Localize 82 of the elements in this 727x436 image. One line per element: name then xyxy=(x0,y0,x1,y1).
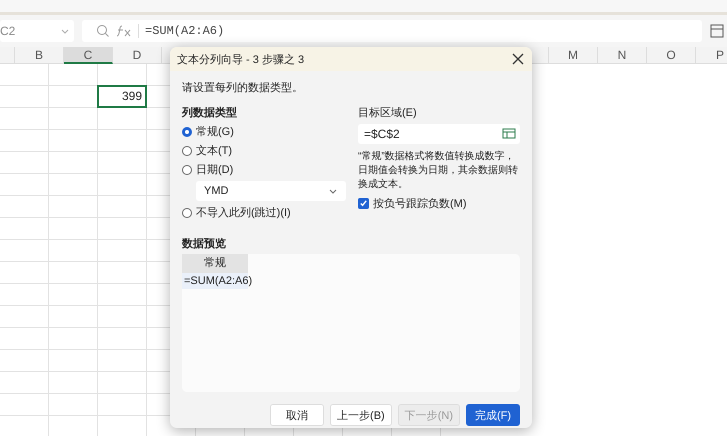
radio-label[interactable]: 文本(T) xyxy=(196,143,232,158)
radio-label[interactable]: 常规(G) xyxy=(196,124,234,139)
column-header[interactable]: M xyxy=(549,47,598,64)
column-header[interactable]: C xyxy=(64,47,113,64)
grid-cell[interactable] xyxy=(98,306,147,328)
grid-cell[interactable] xyxy=(98,262,147,284)
grid-cell[interactable] xyxy=(49,240,98,262)
function-icon xyxy=(116,24,132,38)
grid-cell[interactable] xyxy=(0,350,49,372)
preview-column-header: 常规 xyxy=(182,254,248,273)
grid-cell[interactable] xyxy=(0,240,49,262)
grid-cell[interactable] xyxy=(0,394,49,416)
grid-cell[interactable] xyxy=(49,196,98,218)
grid-cell[interactable] xyxy=(0,262,49,284)
grid-cell[interactable] xyxy=(49,64,98,86)
section-heading: 列数据类型 xyxy=(182,106,238,120)
radio-button[interactable] xyxy=(182,164,192,174)
grid-cell[interactable] xyxy=(49,152,98,174)
instruction-text: 请设置每列的数据类型。 xyxy=(182,81,304,95)
grid-cell[interactable] xyxy=(49,394,98,416)
grid-cell[interactable] xyxy=(0,196,49,218)
grid-cell[interactable] xyxy=(0,328,49,350)
column-header[interactable]: B xyxy=(15,47,64,64)
formula-field[interactable]: =SUM(A2:A6) xyxy=(82,20,702,42)
radio-button[interactable] xyxy=(182,146,192,156)
grid-cell[interactable] xyxy=(49,350,98,372)
radio-label[interactable]: 日期(D) xyxy=(196,162,234,177)
destination-field[interactable]: =$C$2 xyxy=(358,124,520,144)
grid-cell[interactable] xyxy=(98,372,147,394)
date-format-dropdown[interactable]: YMD xyxy=(196,181,346,201)
grid-cell[interactable] xyxy=(98,152,147,174)
grid-cell[interactable] xyxy=(0,218,49,240)
column-header[interactable]: N xyxy=(598,47,647,64)
grid-cell[interactable] xyxy=(0,64,49,86)
grid-cell[interactable] xyxy=(98,196,147,218)
checkbox[interactable] xyxy=(358,198,369,209)
grid-cell[interactable] xyxy=(0,174,49,196)
grid-cell[interactable] xyxy=(98,174,147,196)
grid-cell[interactable] xyxy=(98,218,147,240)
close-icon[interactable] xyxy=(512,53,524,65)
section-heading: 数据预览 xyxy=(182,236,227,251)
column-header[interactable]: D xyxy=(113,47,162,64)
grid-cell[interactable] xyxy=(49,328,98,350)
destination-label: 目标区域(E) xyxy=(358,106,418,120)
checkbox-label[interactable]: 按负号跟踪负数(M) xyxy=(373,196,466,211)
grid-cell[interactable] xyxy=(49,108,98,130)
column-header[interactable]: P xyxy=(696,47,727,64)
grid-cell[interactable] xyxy=(49,306,98,328)
form-icon[interactable] xyxy=(710,24,724,38)
radio-button[interactable] xyxy=(182,126,192,136)
grid-cell[interactable] xyxy=(49,218,98,240)
grid-cell[interactable] xyxy=(98,394,147,416)
grid-cell[interactable] xyxy=(0,130,49,152)
grid-cell[interactable] xyxy=(0,372,49,394)
grid-cell[interactable] xyxy=(98,328,147,350)
grid-cell[interactable] xyxy=(49,130,98,152)
grid-cell[interactable] xyxy=(0,306,49,328)
grid-cell[interactable] xyxy=(49,372,98,394)
grid-cell[interactable] xyxy=(49,284,98,306)
column-header[interactable]: O xyxy=(647,47,696,64)
grid-cell[interactable] xyxy=(98,130,147,152)
radio-button[interactable] xyxy=(182,208,192,218)
dialog-button[interactable]: 取消 xyxy=(270,404,324,426)
grid-cell[interactable] xyxy=(49,262,98,284)
grid-cell[interactable] xyxy=(98,108,147,130)
grid-cell[interactable] xyxy=(0,108,49,130)
dialog-title: 文本分列向导 - 3 步骤之 3 xyxy=(177,52,304,66)
grid-cell[interactable] xyxy=(0,86,49,108)
name-box[interactable]: C2 xyxy=(0,20,74,42)
dialog-button[interactable]: 上一步(B) xyxy=(330,404,392,426)
grid-cell[interactable] xyxy=(98,350,147,372)
dialog-button[interactable]: 完成(F) xyxy=(466,404,520,426)
radio-label[interactable]: 不导入此列(跳过)(I) xyxy=(196,205,291,220)
grid-cell[interactable] xyxy=(49,174,98,196)
zoom-icon xyxy=(96,24,110,38)
grid-cell[interactable] xyxy=(0,152,49,174)
grid-cell[interactable] xyxy=(98,240,147,262)
range-picker-icon[interactable] xyxy=(502,128,516,140)
description-text: “常规”数据格式将数值转换成数字，日期值会转换为日期，其余数据则转换成文本。 xyxy=(358,150,519,192)
active-cell[interactable]: 399 xyxy=(97,85,147,108)
grid-cell[interactable] xyxy=(0,284,49,306)
grid-cell[interactable] xyxy=(98,284,147,306)
